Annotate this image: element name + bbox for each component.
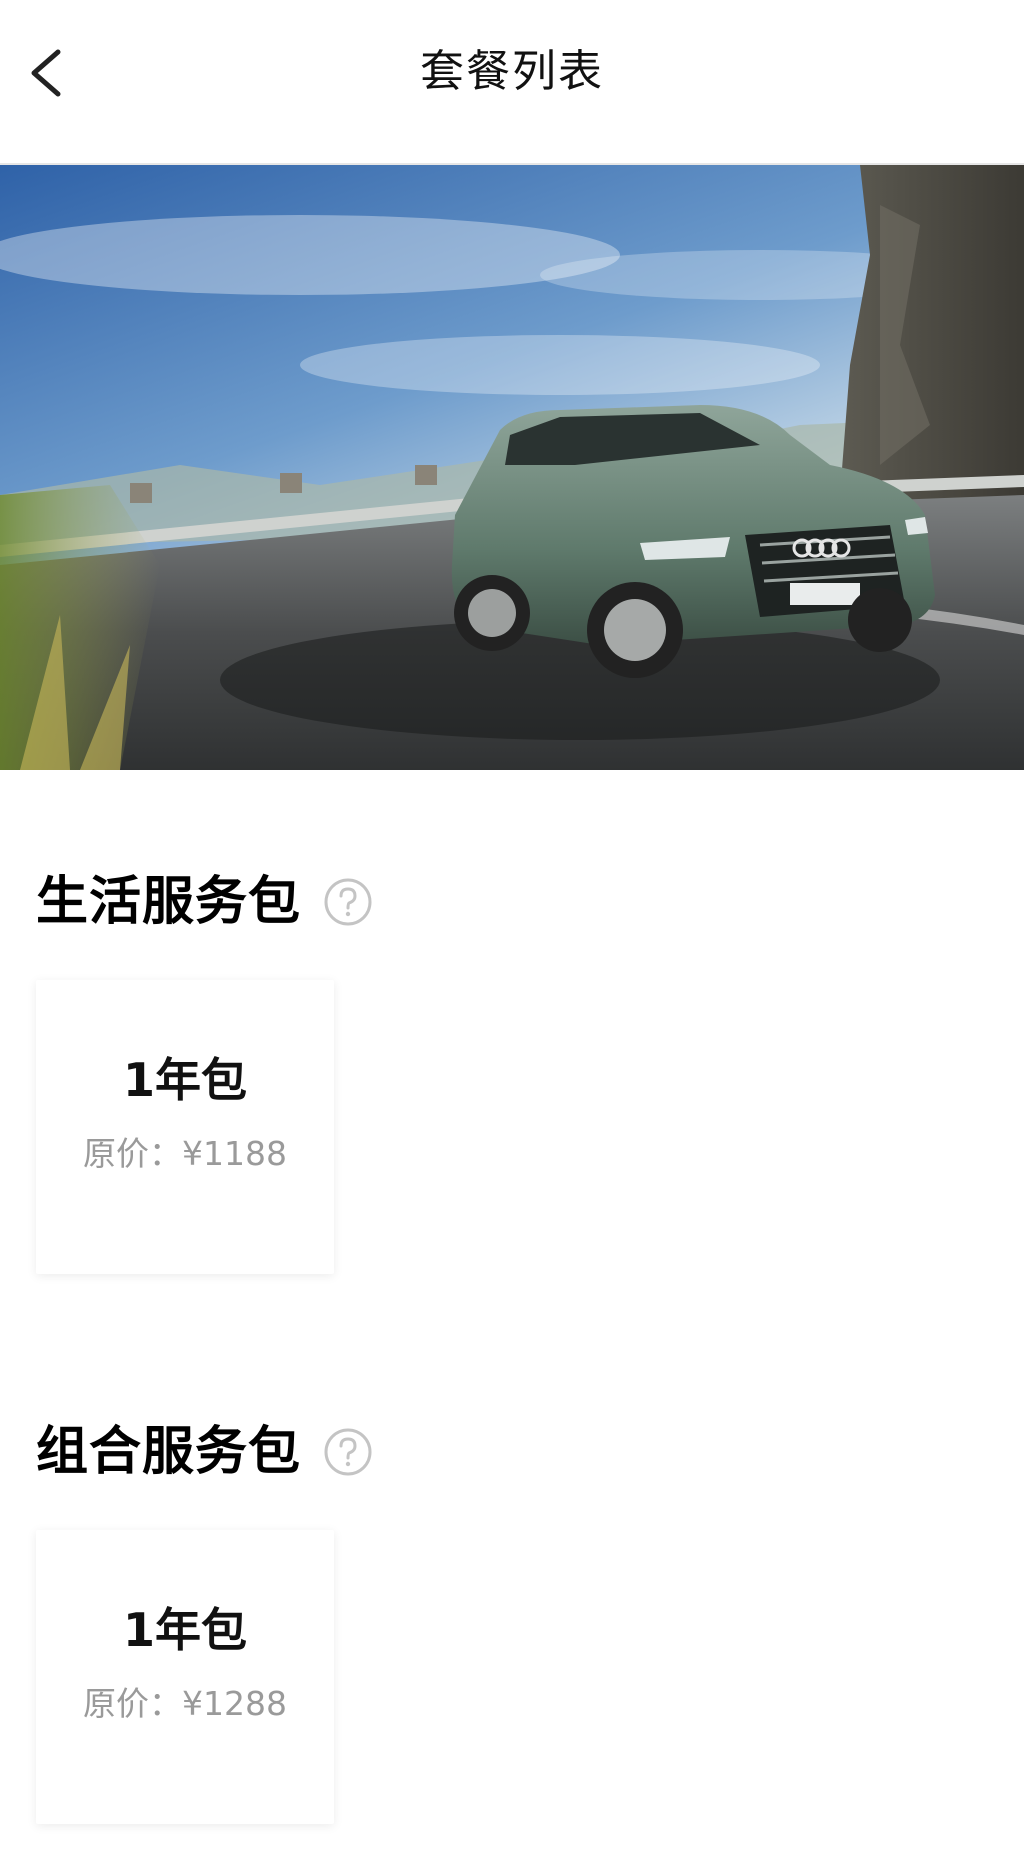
question-circle-icon[interactable] (323, 1427, 373, 1477)
section-header-life-service: 生活服务包 (36, 870, 373, 934)
package-name: 1年包 (122, 1603, 247, 1657)
car-banner-illustration (0, 165, 1024, 770)
package-name: 1年包 (122, 1053, 247, 1107)
package-card[interactable]: 1年包 原价：¥1288 (36, 1530, 334, 1824)
package-original-price: 原价：¥1188 (83, 1134, 287, 1173)
top-navigation-bar: 套餐列表 (0, 0, 1024, 165)
question-circle-icon[interactable] (323, 877, 373, 927)
page-title: 套餐列表 (420, 46, 604, 97)
hero-banner-image (0, 165, 1024, 770)
package-original-price: 原价：¥1288 (83, 1684, 287, 1723)
section-title: 组合服务包 (36, 1422, 302, 1482)
section-title: 生活服务包 (36, 872, 302, 932)
package-card[interactable]: 1年包 原价：¥1188 (36, 980, 334, 1274)
section-header-combo-service: 组合服务包 (36, 1420, 373, 1484)
